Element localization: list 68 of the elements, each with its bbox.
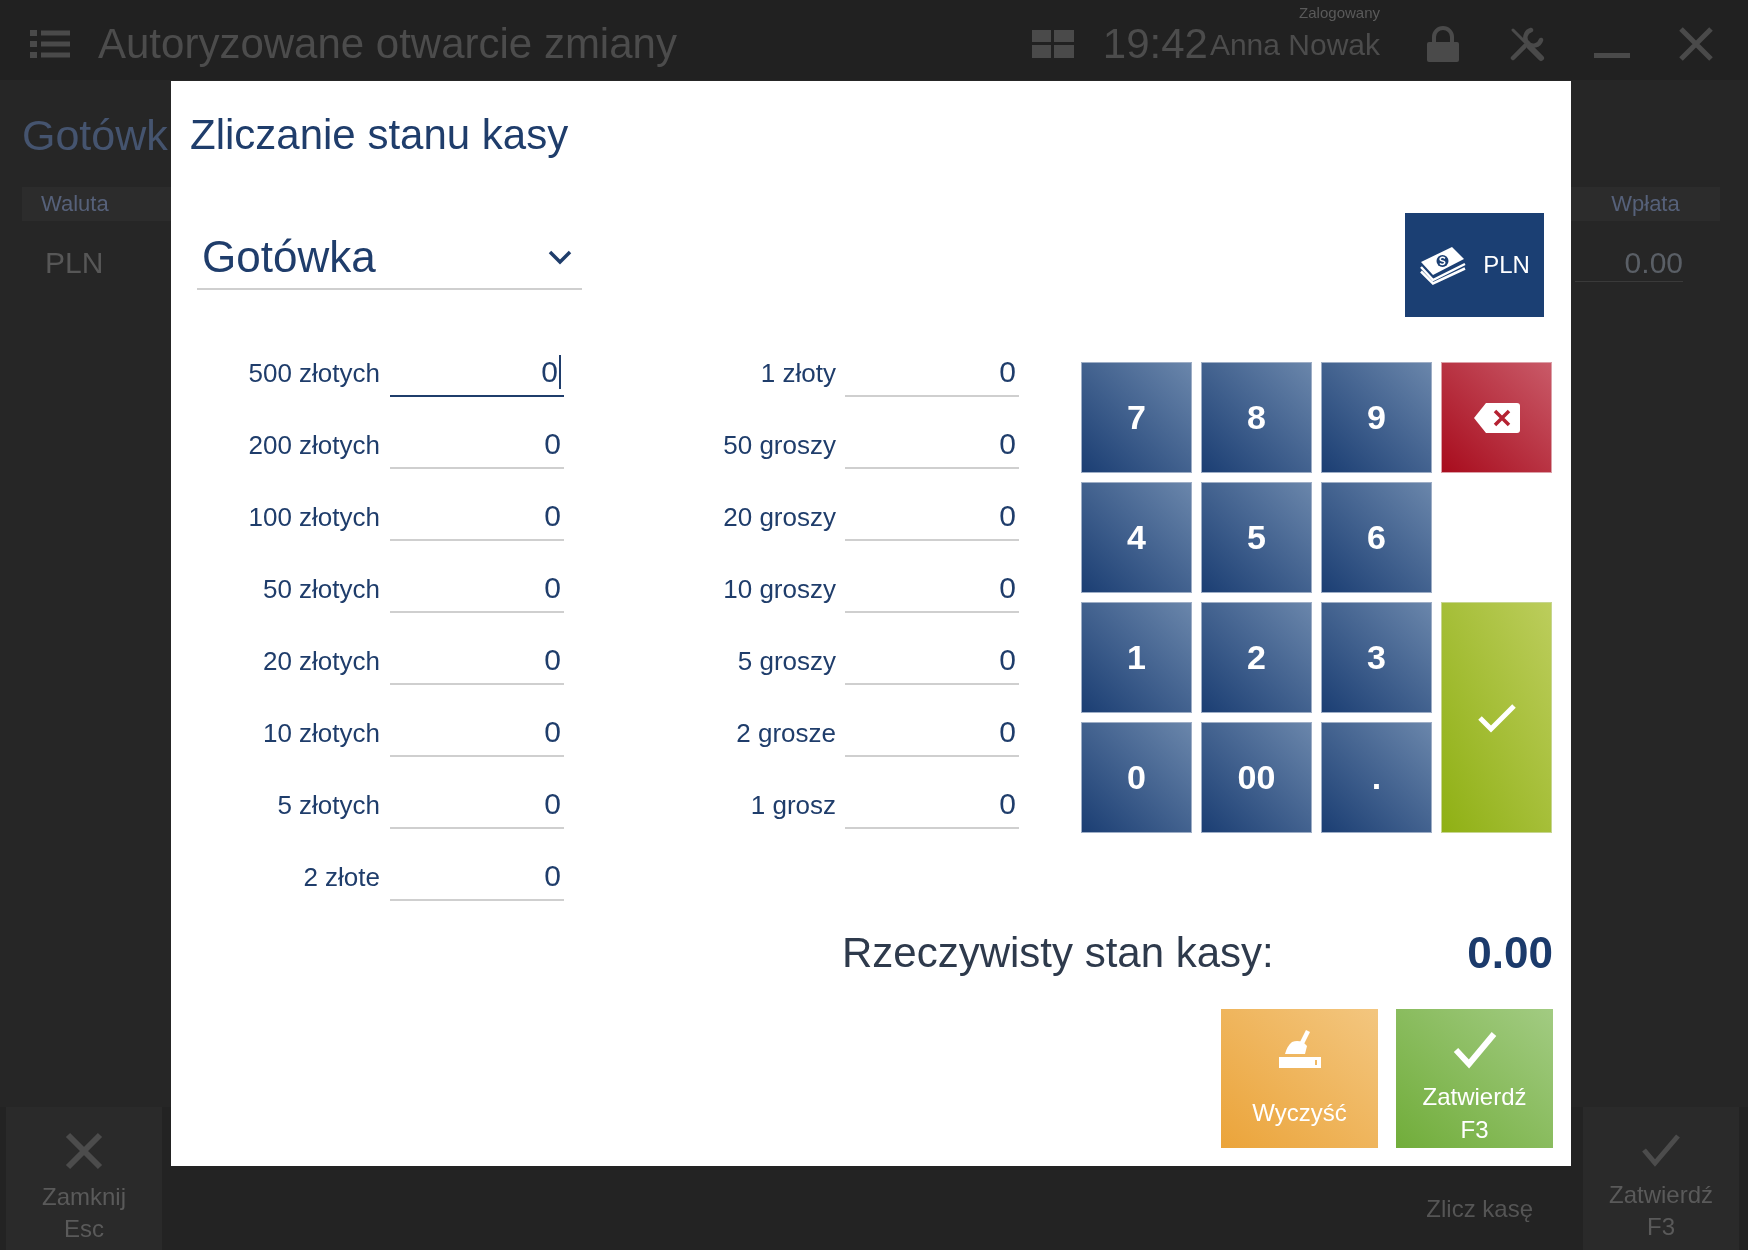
field-label: 20 groszy xyxy=(722,501,836,534)
keypad-key[interactable]: 00 xyxy=(1201,722,1312,833)
keypad-key[interactable]: 2 xyxy=(1201,602,1312,713)
field-label: 10 groszy xyxy=(722,573,836,606)
payment-dropdown[interactable]: Gotówka xyxy=(197,226,582,290)
input-field[interactable]: 0 xyxy=(390,709,564,757)
column-header: Wpłata xyxy=(1571,187,1720,221)
close-icon xyxy=(1678,26,1714,62)
keypad-key[interactable]: 8 xyxy=(1201,362,1312,473)
grid-icon xyxy=(1031,30,1074,58)
lock-icon xyxy=(1425,26,1461,62)
total-value: 0.00 xyxy=(1467,928,1553,978)
backspace-key[interactable] xyxy=(1441,362,1552,473)
field-label: 50 groszy xyxy=(722,429,836,462)
field-label: 20 złotych xyxy=(261,645,380,678)
input-field[interactable]: 0 xyxy=(845,781,1019,829)
check-icon xyxy=(1641,1132,1681,1168)
field-label: 1 złoty xyxy=(759,357,836,390)
tools-icon xyxy=(1508,25,1546,63)
table-cell: 0.00 xyxy=(1575,244,1683,282)
keypad-key[interactable]: 6 xyxy=(1321,482,1432,593)
field-label: 5 groszy xyxy=(736,645,836,678)
field-label: 100 złotych xyxy=(247,501,380,534)
input-field[interactable]: 0 xyxy=(390,637,564,685)
menu-icon xyxy=(30,30,70,58)
input-field[interactable]: 0 xyxy=(390,853,564,901)
field-label: 5 złotych xyxy=(276,789,380,822)
field-label: 200 złotych xyxy=(247,429,380,462)
keypad-key[interactable]: 9 xyxy=(1321,362,1432,473)
total-label: Rzeczywisty stan kasy: xyxy=(842,929,1274,977)
input-field[interactable]: 0 xyxy=(390,421,564,469)
currency-button[interactable]: PLN xyxy=(1405,213,1544,317)
banknotes-icon xyxy=(1419,245,1468,285)
field-label: 500 złotych xyxy=(247,357,380,390)
keypad-key[interactable]: . xyxy=(1321,722,1432,833)
column-header: Waluta xyxy=(22,187,171,221)
input-field[interactable]: 0 xyxy=(845,637,1019,685)
input-field[interactable]: 0 xyxy=(845,349,1019,397)
check-icon xyxy=(1476,702,1517,733)
input-field[interactable]: 0 xyxy=(390,565,564,613)
keypad-key[interactable]: 4 xyxy=(1081,482,1192,593)
input-field[interactable]: 0 xyxy=(845,565,1019,613)
input-field[interactable]: 0 xyxy=(390,349,564,397)
keypad-key[interactable]: 1 xyxy=(1081,602,1192,713)
minimize-icon xyxy=(1594,53,1630,58)
keypad-key[interactable]: 0 xyxy=(1081,722,1192,833)
keypad-key[interactable]: 5 xyxy=(1201,482,1312,593)
field-label: 2 złote xyxy=(302,861,380,894)
input-field[interactable]: 0 xyxy=(845,493,1019,541)
page-heading: Gotówk xyxy=(22,110,168,161)
keypad-key[interactable]: 7 xyxy=(1081,362,1192,473)
field-label: 50 złotych xyxy=(261,573,380,606)
input-field[interactable]: 0 xyxy=(390,781,564,829)
chevron-down-icon xyxy=(548,249,572,265)
user-caption: Zalogowany xyxy=(1299,5,1380,21)
field-label: 1 grosz xyxy=(749,789,836,822)
input-field[interactable]: 0 xyxy=(390,493,564,541)
dialog-title: Zliczanie stanu kasy xyxy=(190,110,569,160)
text-cursor-icon xyxy=(559,355,561,389)
field-label: 10 złotych xyxy=(261,717,380,750)
input-field[interactable]: 0 xyxy=(845,709,1019,757)
check-icon xyxy=(1452,1030,1497,1070)
input-field[interactable]: 0 xyxy=(845,421,1019,469)
close-icon xyxy=(65,1132,103,1170)
backspace-icon xyxy=(1473,402,1520,433)
field-label: 2 grosze xyxy=(735,717,836,750)
keypad-key[interactable]: 3 xyxy=(1321,602,1432,713)
broom-icon xyxy=(1278,1030,1321,1070)
